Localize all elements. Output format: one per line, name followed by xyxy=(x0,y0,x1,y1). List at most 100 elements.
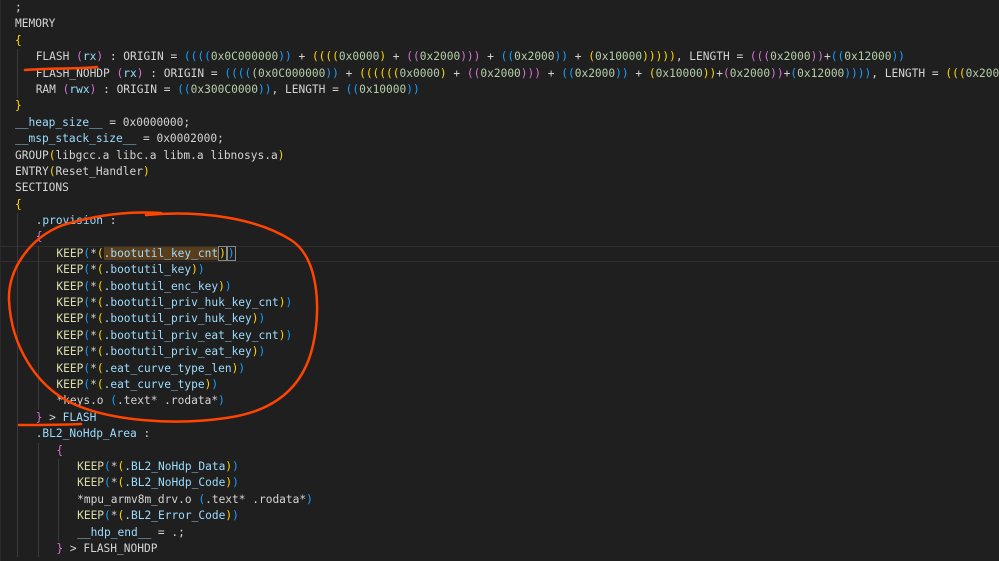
code-token: ( xyxy=(104,476,111,490)
code-token: 0x10000 xyxy=(359,82,407,96)
code-line-content: __msp_stack_size__ = 0x0002000; xyxy=(15,132,224,145)
code-line[interactable]: *keys.o (.text* .rodata*) xyxy=(15,393,999,410)
code-token: .bootutil_key xyxy=(103,263,192,277)
code-token: ) xyxy=(232,476,239,490)
code-token: ) xyxy=(251,312,259,326)
code-token: KEEP xyxy=(77,459,105,473)
code-line[interactable]: { xyxy=(15,33,999,49)
code-token: ) xyxy=(211,377,219,391)
indent-guide xyxy=(37,540,39,558)
code-token: * xyxy=(90,312,97,326)
indent-guide xyxy=(37,311,39,328)
indent-guide xyxy=(17,508,18,525)
indent-guide xyxy=(17,245,18,263)
code-line[interactable]: __hdp_end__ = .; xyxy=(15,524,999,541)
code-token: (( xyxy=(500,50,515,64)
code-line-content: KEEP(*(.BL2_NoHdp_Data)) xyxy=(77,460,239,473)
code-token: { xyxy=(35,230,43,244)
indent-guide xyxy=(37,245,39,263)
code-token: )) xyxy=(325,66,339,80)
indent-guide xyxy=(37,327,39,345)
code-token: + xyxy=(386,50,407,64)
code-line[interactable]: __heap_size__ = 0x0000000; xyxy=(15,115,999,131)
code-line[interactable]: KEEP(*(.bootutil_priv_eat_key_cnt)) xyxy=(15,327,999,345)
code-line[interactable]: } xyxy=(15,98,999,114)
code-token: = 0x0002000; xyxy=(136,132,224,146)
code-token: 0x2000 xyxy=(574,66,616,80)
indent-guide xyxy=(58,508,60,525)
code-token: : ORIGIN = xyxy=(103,50,184,64)
code-token: (((( xyxy=(224,66,252,80)
code-area[interactable]: ; MEMORY{FLASH (rx) : ORIGIN = ((((0x0C00… xyxy=(1,0,999,558)
code-line[interactable]: } > FLASH xyxy=(15,409,999,427)
code-token: )) xyxy=(891,50,905,64)
code-line[interactable]: *mpu_armv8m_drv.o (.text* .rodata*) xyxy=(15,491,999,509)
code-line[interactable]: KEEP(*(.bootutil_enc_key)) xyxy=(15,278,999,296)
code-line[interactable]: } > FLASH_NOHDP xyxy=(15,540,999,558)
code-line[interactable]: KEEP(*(.eat_curve_type_len)) xyxy=(15,360,999,377)
code-line[interactable]: KEEP(*(.bootutil_key)) xyxy=(15,262,999,279)
code-token: 0x2000 xyxy=(770,50,811,64)
code-line[interactable]: KEEP(*(.BL2_NoHdp_Code)) xyxy=(15,475,999,492)
indent-guide xyxy=(17,524,18,541)
code-token: __hdp_end__ xyxy=(77,525,152,539)
indent-guide xyxy=(17,426,18,443)
code-token: ))))) xyxy=(642,50,676,64)
code-line[interactable]: SECTIONS xyxy=(15,180,999,196)
code-token: 0x2000 xyxy=(965,66,999,80)
code-token: ) xyxy=(285,328,293,342)
code-line[interactable]: .provision : xyxy=(15,213,999,230)
code-line[interactable]: ENTRY(Reset_Handler) xyxy=(15,164,999,180)
code-token: ( xyxy=(96,361,104,375)
code-token: .bootutil_enc_key xyxy=(103,279,219,293)
code-line-content: __heap_size__ = 0x0000000; xyxy=(15,116,190,129)
code-token: ))) xyxy=(520,66,542,80)
code-line[interactable]: KEEP(*(.bootutil_priv_huk_key_cnt)) xyxy=(15,295,999,312)
code-line[interactable]: MEMORY xyxy=(15,16,999,32)
code-token: + xyxy=(338,66,360,80)
code-line[interactable]: GROUP(libgcc.a libc.a libm.a libnosys.a) xyxy=(15,148,999,164)
code-token: 0x0000 xyxy=(338,50,380,64)
code-token: KEEP xyxy=(56,345,84,359)
code-line[interactable]: KEEP(*(.BL2_NoHdp_Data)) xyxy=(15,458,999,476)
indent-guide xyxy=(17,327,18,345)
code-line[interactable]: { xyxy=(15,197,999,213)
code-line[interactable]: { xyxy=(15,229,999,246)
code-editor[interactable]: ; MEMORY{FLASH (rx) : ORIGIN = ((((0x0C00… xyxy=(0,0,999,561)
code-token: ( xyxy=(96,296,104,310)
code-line[interactable]: KEEP(*(.BL2_Error_Code)) xyxy=(15,508,999,525)
code-token: * xyxy=(110,459,118,473)
code-token: ( xyxy=(96,377,104,391)
code-line[interactable]: KEEP(*(.bootutil_priv_huk_key)) xyxy=(15,311,999,328)
indent-guide xyxy=(37,491,39,509)
code-line-content: KEEP(*(.eat_curve_type)) xyxy=(56,378,218,391)
code-token: ) xyxy=(232,459,239,473)
code-token: + xyxy=(716,66,723,80)
code-token: GROUP xyxy=(15,148,49,162)
code-token: (((( xyxy=(183,50,211,64)
code-line[interactable]: KEEP(*(.bootutil_key_cnt)) xyxy=(1,245,999,263)
code-token: ( xyxy=(96,279,104,293)
indent-guide xyxy=(58,458,60,476)
indent-guide xyxy=(17,344,18,361)
code-token: FLASH xyxy=(62,410,97,424)
code-token: 0x300C0000 xyxy=(190,82,259,96)
indent-guide xyxy=(17,295,18,312)
code-line[interactable]: KEEP(*(.bootutil_priv_eat_key)) xyxy=(15,344,999,361)
code-token: ) xyxy=(224,279,232,293)
code-line[interactable]: RAM (rwx) : ORIGIN = ((0x300C0000)), LEN… xyxy=(15,81,999,99)
code-line[interactable]: KEEP(*(.eat_curve_type)) xyxy=(15,376,999,394)
indent-guide xyxy=(17,49,18,66)
code-line-content: SECTIONS xyxy=(15,181,69,194)
code-line[interactable]: .BL2_NoHdp_Area : xyxy=(15,426,999,443)
code-line[interactable]: { xyxy=(15,442,999,459)
indent-guide xyxy=(17,81,18,99)
code-token: ) xyxy=(251,345,259,359)
code-line[interactable]: ; xyxy=(15,0,999,16)
code-line[interactable]: FLASH (rx) : ORIGIN = ((((0x0C000000)) +… xyxy=(15,49,999,66)
code-line[interactable]: FLASH_NOHDP (rx) : ORIGIN = (((((0x0C000… xyxy=(15,65,999,82)
code-token: ) xyxy=(136,66,144,80)
code-line-content: } > FLASH xyxy=(36,411,97,424)
code-line[interactable]: __msp_stack_size__ = 0x0002000; xyxy=(15,131,999,147)
code-token: 0x0C000000 xyxy=(210,50,279,64)
